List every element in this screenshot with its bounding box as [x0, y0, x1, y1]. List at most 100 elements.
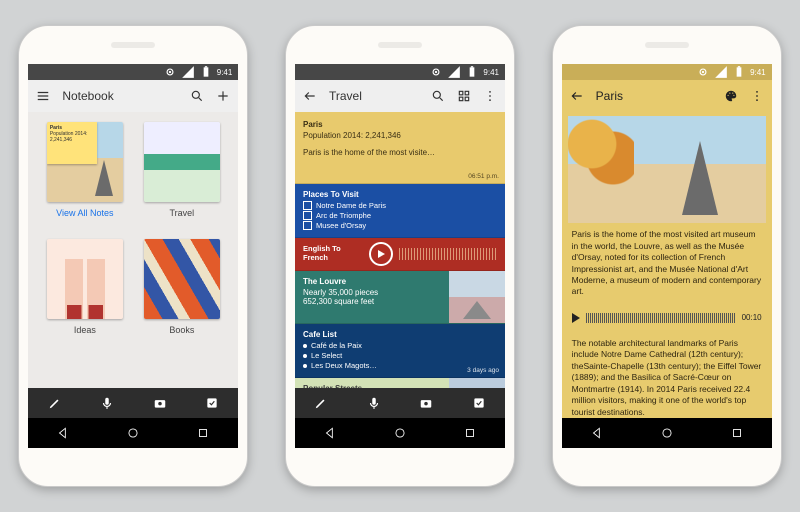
- view-all-notes-link[interactable]: View All Notes: [56, 208, 113, 218]
- bottom-toolbar: [28, 388, 238, 418]
- card-travel[interactable]: Travel: [139, 122, 224, 227]
- camera-icon[interactable]: [153, 396, 167, 410]
- list-item: Café de la Paix: [303, 341, 497, 350]
- note-title: The Louvre: [303, 277, 445, 286]
- search-icon[interactable]: [190, 89, 204, 103]
- note-louvre[interactable]: The Louvre Nearly 35,000 pieces 652,300 …: [295, 271, 505, 324]
- hero-image-paris: [568, 116, 766, 223]
- article-paragraph: Paris is the home of the most visited ar…: [562, 229, 772, 298]
- nav-recents-icon[interactable]: [196, 426, 210, 440]
- checkbox-icon[interactable]: [472, 396, 486, 410]
- note-title: Places To Visit: [303, 190, 497, 199]
- back-icon[interactable]: [570, 89, 584, 103]
- nav-back-icon[interactable]: [590, 426, 604, 440]
- screen: 9:41 Notebook Paris Population 2014: 2,2…: [28, 64, 238, 448]
- overflow-icon[interactable]: [483, 89, 497, 103]
- signal-icon: [714, 65, 728, 79]
- status-clock: 9:41: [483, 68, 499, 77]
- audio-waveform[interactable]: [586, 313, 736, 323]
- play-icon[interactable]: [369, 242, 393, 266]
- note-title: Popular Streets: [303, 384, 445, 388]
- mic-icon[interactable]: [100, 396, 114, 410]
- card-all-notes[interactable]: Paris Population 2014: 2,241,346 View Al…: [42, 122, 127, 227]
- phone-notebook-grid: 9:41 Notebook Paris Population 2014: 2,2…: [18, 25, 248, 487]
- android-nav-bar: [295, 418, 505, 448]
- audio-duration: 00:10: [742, 313, 762, 322]
- play-icon[interactable]: [572, 313, 580, 323]
- battery-icon: [465, 65, 479, 79]
- mic-icon[interactable]: [367, 396, 381, 410]
- device-speaker: [645, 42, 689, 48]
- note-thumb-street: [449, 378, 505, 388]
- pencil-icon[interactable]: [48, 396, 62, 410]
- note-paris[interactable]: Paris Population 2014: 2,241,346 Paris i…: [295, 112, 505, 184]
- note-thumb-louvre: [449, 271, 505, 323]
- audio-waveform: [399, 248, 497, 260]
- article-body[interactable]: Paris is the home of the most visited ar…: [562, 112, 772, 418]
- app-bar: Notebook: [28, 80, 238, 112]
- note-title: Cafe List: [303, 330, 497, 339]
- notebook-grid: Paris Population 2014: 2,241,346 View Al…: [28, 112, 238, 388]
- battery-icon: [199, 65, 213, 79]
- camera-icon[interactable]: [419, 396, 433, 410]
- nav-back-icon[interactable]: [56, 426, 70, 440]
- overflow-icon[interactable]: [750, 89, 764, 103]
- android-nav-bar: [562, 418, 772, 448]
- nav-recents-icon[interactable]: [730, 426, 744, 440]
- checkbox-icon[interactable]: [205, 396, 219, 410]
- phone-paris-article: 9:41 Paris Paris is the home of the most…: [552, 25, 782, 487]
- checklist-item[interactable]: Musee d'Orsay: [303, 221, 497, 230]
- signal-icon: [181, 65, 195, 79]
- menu-icon[interactable]: [36, 89, 50, 103]
- note-cafe-list[interactable]: Cafe List Café de la Paix Le Select Les …: [295, 324, 505, 378]
- nav-home-icon[interactable]: [660, 426, 674, 440]
- android-nav-bar: [28, 418, 238, 448]
- card-thumb-books: [144, 239, 220, 319]
- note-popular-streets[interactable]: Popular Streets Avenue des Champs-Élysée…: [295, 378, 505, 388]
- note-title: Paris: [303, 120, 497, 129]
- card-ideas[interactable]: Ideas: [42, 239, 127, 344]
- nav-home-icon[interactable]: [393, 426, 407, 440]
- android-status-bar: 9:41: [28, 64, 238, 80]
- device-speaker: [111, 42, 155, 48]
- note-title: English To French: [303, 244, 363, 262]
- note-line: Population 2014: 2,241,346: [303, 131, 497, 140]
- card-thumb-travel: [144, 122, 220, 202]
- sticky-note: Paris Population 2014: 2,241,346: [47, 122, 97, 164]
- note-line: Paris is the home of the most visite…: [303, 148, 497, 157]
- list-item: Le Select: [303, 351, 497, 360]
- note-line: Nearly 35,000 pieces: [303, 288, 445, 297]
- note-list[interactable]: Paris Population 2014: 2,241,346 Paris i…: [295, 112, 505, 388]
- device-speaker: [378, 42, 422, 48]
- grid-view-icon[interactable]: [457, 89, 471, 103]
- palette-icon[interactable]: [724, 89, 738, 103]
- card-label: Travel: [169, 208, 194, 218]
- checklist-item[interactable]: Notre Dame de Paris: [303, 201, 497, 210]
- audio-player[interactable]: 00:10: [572, 306, 762, 330]
- sticky-body: Population 2014: 2,241,346: [50, 131, 94, 143]
- checklist-item[interactable]: Arc de Triomphe: [303, 211, 497, 220]
- app-title: Paris: [596, 89, 712, 103]
- bottom-toolbar: [295, 388, 505, 418]
- note-audio-english-to-french[interactable]: English To French: [295, 238, 505, 271]
- target-icon: [429, 65, 443, 79]
- back-icon[interactable]: [303, 89, 317, 103]
- note-line: 652,300 square feet: [303, 297, 445, 306]
- status-clock: 9:41: [217, 68, 233, 77]
- pencil-icon[interactable]: [314, 396, 328, 410]
- app-title: Travel: [329, 89, 419, 103]
- note-timestamp: 06:51 p.m.: [468, 173, 499, 180]
- article-paragraph: The notable architectural landmarks of P…: [562, 338, 772, 418]
- status-clock: 9:41: [750, 68, 766, 77]
- add-icon[interactable]: [216, 89, 230, 103]
- app-bar: Travel: [295, 80, 505, 112]
- nav-back-icon[interactable]: [323, 426, 337, 440]
- card-books[interactable]: Books: [139, 239, 224, 344]
- card-label: Ideas: [74, 325, 96, 335]
- nav-home-icon[interactable]: [126, 426, 140, 440]
- search-icon[interactable]: [431, 89, 445, 103]
- nav-recents-icon[interactable]: [463, 426, 477, 440]
- android-status-bar: 9:41: [562, 64, 772, 80]
- battery-icon: [732, 65, 746, 79]
- note-places-to-visit[interactable]: Places To Visit Notre Dame de Paris Arc …: [295, 184, 505, 238]
